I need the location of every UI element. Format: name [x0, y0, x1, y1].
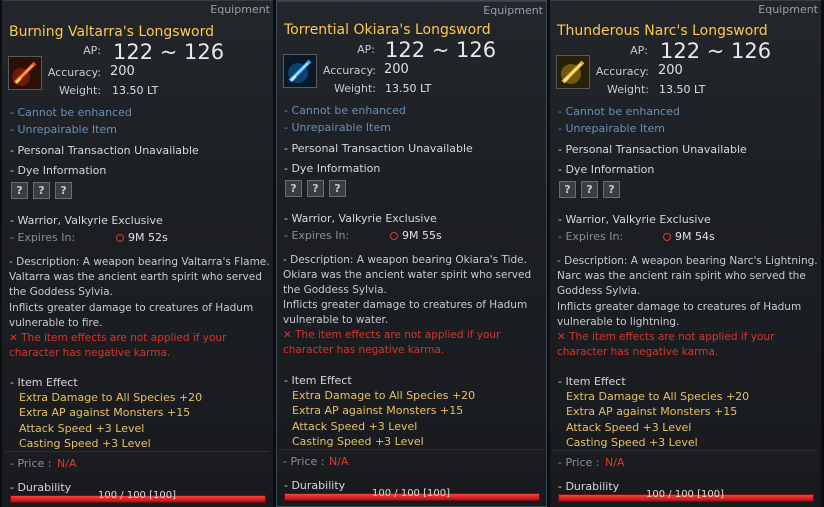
exclusive-text: - Warrior, Valkyrie Exclusive [284, 212, 437, 225]
dye-slots: ? ? ? [11, 182, 72, 199]
exclusive-text: - Warrior, Valkyrie Exclusive [558, 213, 711, 226]
dye-slot[interactable]: ? [55, 182, 72, 199]
effect-line: Casting Speed +3 Level [292, 434, 424, 448]
ap-value: 122 ~ 126 [113, 40, 225, 64]
effect-line: Extra AP against Monsters +15 [566, 405, 738, 419]
dye-slot[interactable]: ? [33, 182, 50, 199]
karma-warning: ✕ The item effects are not applied if yo… [557, 331, 775, 359]
price-value: N/A [57, 457, 77, 470]
effect-line: Extra Damage to All Species +20 [566, 390, 750, 403]
cannot-enhance-text: - Cannot be enhanced [558, 105, 680, 118]
ap-value: 122 ~ 126 [660, 39, 772, 63]
ap-label: AP: [357, 43, 375, 56]
price-label: - Price : [558, 456, 600, 469]
weight-value: 13.50 LT [659, 83, 706, 96]
dye-slot[interactable]: ? [559, 181, 576, 198]
accuracy-value: 200 [110, 64, 135, 79]
price-row: - Price : N/A [4, 451, 270, 474]
expires-label: - Expires In: [284, 229, 350, 242]
accuracy-label: Accuracy: [595, 65, 649, 78]
cannot-enhance-text: - Cannot be enhanced [10, 106, 132, 119]
expires-value: 9M 52s [128, 231, 168, 244]
accuracy-value: 200 [384, 62, 409, 77]
weight-value: 13.50 LT [385, 82, 432, 95]
item-effect-label: - Item Effect [10, 376, 78, 389]
effect-line: Extra Damage to All Species +20 [292, 389, 476, 402]
effect-line: Attack Speed +3 Level [292, 419, 418, 433]
ap-value: 122 ~ 126 [385, 38, 497, 62]
ap-label: AP: [630, 44, 648, 57]
dye-slot[interactable]: ? [11, 182, 28, 199]
personal-transaction-text: - Personal Transaction Unavailable [558, 143, 747, 156]
price-row: - Price : N/A [278, 449, 544, 472]
dye-slot[interactable]: ? [581, 181, 598, 198]
description-text: - Description: A weapon bearing Okiara's… [283, 254, 532, 297]
dye-slot[interactable]: ? [329, 180, 346, 197]
dye-slot[interactable]: ? [285, 180, 302, 197]
description-text: - Description: A weapon bearing Valtarra… [9, 256, 270, 299]
accuracy-label: Accuracy: [322, 64, 376, 77]
price-value: N/A [605, 456, 625, 469]
personal-transaction-text: - Personal Transaction Unavailable [284, 142, 473, 155]
dye-slot[interactable]: ? [603, 181, 620, 198]
dye-info-label: - Dye Information [284, 162, 381, 175]
unrepairable-text: - Unrepairable Item [558, 122, 665, 135]
effect-line: Extra AP against Monsters +15 [19, 406, 191, 420]
category-label: Equipment [483, 4, 543, 17]
category-label: Equipment [758, 3, 818, 16]
exclusive-text: - Warrior, Valkyrie Exclusive [10, 214, 163, 227]
clock-icon [663, 233, 671, 241]
accuracy-value: 200 [658, 63, 683, 78]
weight-label: Weight: [58, 84, 101, 97]
effect-line: Attack Speed +3 Level [566, 420, 692, 434]
karma-warning: ✕ The item effects are not applied if yo… [9, 332, 227, 360]
dye-slot[interactable]: ? [307, 180, 324, 197]
item-effect-label: - Item Effect [558, 375, 626, 388]
weight-label: Weight: [606, 83, 649, 96]
expires-label: - Expires In: [558, 230, 624, 243]
dye-info-label: - Dye Information [558, 163, 655, 176]
effect-line: Casting Speed +3 Level [19, 436, 151, 450]
inflicts-text: Inflicts greater damage to creatures of … [557, 301, 802, 329]
clock-icon [390, 232, 398, 240]
dye-slots: ? ? ? [285, 180, 346, 197]
price-row: - Price : N/A [552, 450, 818, 473]
price-label: - Price : [283, 455, 325, 468]
weight-label: Weight: [333, 82, 376, 95]
dye-info-label: - Dye Information [10, 164, 107, 177]
item-name: Thunderous Narc's Longsword [557, 23, 768, 39]
category-label: Equipment [210, 3, 270, 16]
unrepairable-text: - Unrepairable Item [10, 123, 117, 136]
dye-slots: ? ? ? [559, 181, 620, 198]
durability-value: 100 / 100 [100] [372, 488, 450, 499]
item-name: Torrential Okiara's Longsword [284, 22, 491, 38]
expires-value: 9M 55s [402, 229, 442, 242]
item-tooltip-okiara: Equipment Torrential Okiara's Longsword … [276, 0, 547, 507]
description-text: - Description: A weapon bearing Narc's L… [557, 255, 818, 298]
expires-label: - Expires In: [10, 231, 76, 244]
item-tooltip-narc: Equipment Thunderous Narc's Longsword AP… [550, 0, 821, 507]
effect-line: Extra Damage to All Species +20 [19, 391, 203, 404]
durability-value: 100 / 100 [100] [646, 489, 724, 500]
effect-line: Attack Speed +3 Level [19, 421, 145, 435]
item-effect-label: - Item Effect [284, 374, 352, 387]
inflicts-text: Inflicts greater damage to creatures of … [9, 302, 254, 330]
durability-value: 100 / 100 [100] [98, 490, 176, 501]
effect-line: Casting Speed +3 Level [566, 435, 698, 449]
expires-value: 9M 54s [675, 230, 715, 243]
cannot-enhance-text: - Cannot be enhanced [284, 104, 406, 117]
price-label: - Price : [10, 457, 52, 470]
item-tooltip-valtarra: Equipment Burning Valtarra's Longsword A… [2, 0, 273, 507]
price-value: N/A [329, 455, 349, 468]
weight-value: 13.50 LT [112, 84, 159, 97]
item-name: Burning Valtarra's Longsword [9, 24, 215, 40]
personal-transaction-text: - Personal Transaction Unavailable [10, 144, 199, 157]
karma-warning: ✕ The item effects are not applied if yo… [283, 329, 501, 357]
effect-line: Extra AP against Monsters +15 [292, 404, 464, 418]
unrepairable-text: - Unrepairable Item [284, 121, 391, 134]
accuracy-label: Accuracy: [47, 66, 101, 79]
ap-label: AP: [83, 44, 101, 57]
inflicts-text: Inflicts greater damage to creatures of … [283, 299, 528, 327]
clock-icon [116, 234, 124, 242]
